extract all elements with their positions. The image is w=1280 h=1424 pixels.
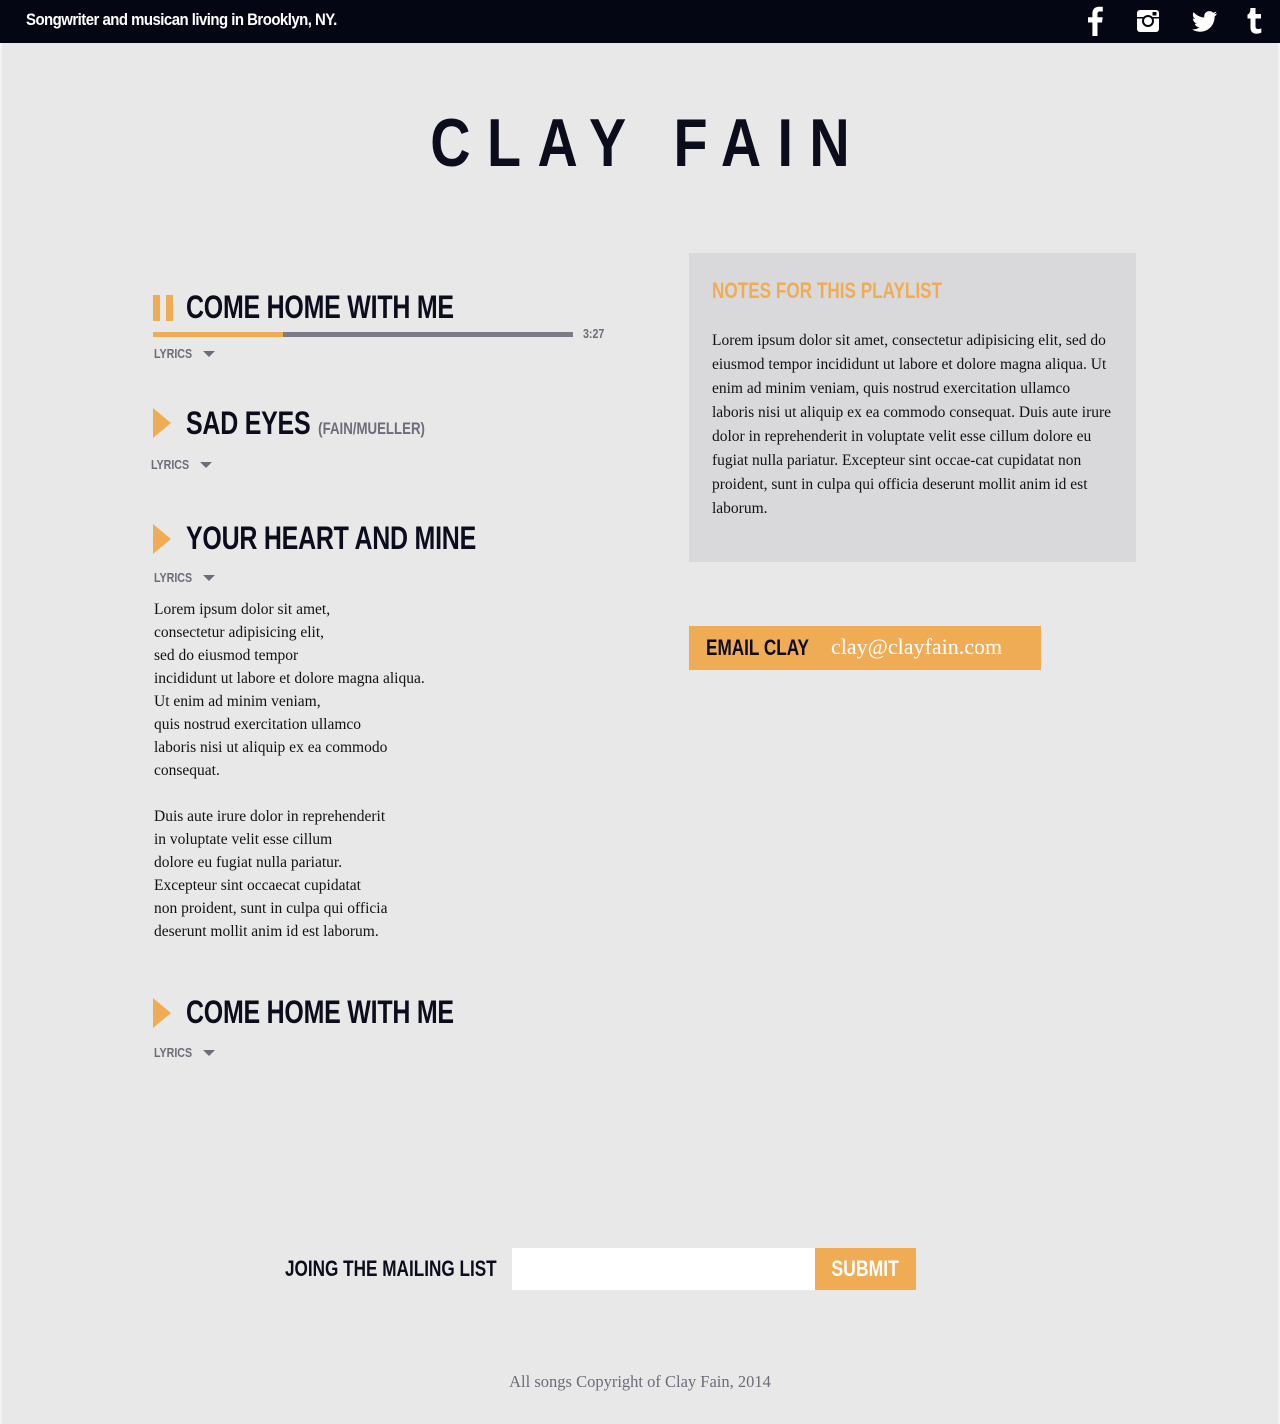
lyrics-toggle[interactable]: LYRICS xyxy=(154,570,216,585)
instagram-icon[interactable] xyxy=(1136,6,1160,36)
play-icon[interactable] xyxy=(153,408,171,438)
song-credit: (FAIN/MUELLER) xyxy=(318,419,425,438)
email-box: EMAIL CLAY clay@clayfain.com xyxy=(689,626,1041,670)
footer-copyright: All songs Copyright of Clay Fain, 2014 xyxy=(509,1372,771,1391)
lyrics-toggle[interactable]: LYRICS xyxy=(154,346,216,361)
page-border-left xyxy=(0,43,2,1424)
play-icon[interactable] xyxy=(153,998,171,1028)
song-title[interactable]: COME HOME WITH ME xyxy=(186,994,454,1031)
song-title[interactable]: YOUR HEART AND MINE xyxy=(186,520,476,557)
mailing-list-label: JOING THE MAILING LIST xyxy=(285,1256,497,1281)
song-title[interactable]: COME HOME WITH ME xyxy=(186,289,454,326)
lyrics-verse: Lorem ipsum dolor sit amet, consectetur … xyxy=(154,601,425,779)
play-icon[interactable] xyxy=(153,524,171,554)
submit-button[interactable]: SUBMIT xyxy=(815,1248,916,1290)
top-bar: Songwriter and musican living in Brookly… xyxy=(0,0,1280,43)
tumblr-icon[interactable] xyxy=(1246,6,1264,36)
email-label: EMAIL CLAY xyxy=(706,635,809,660)
tagline: Songwriter and musican living in Brookly… xyxy=(26,10,337,29)
twitter-icon[interactable] xyxy=(1192,6,1218,36)
mailing-list-email-input[interactable] xyxy=(512,1248,815,1290)
lyrics-toggle[interactable]: LYRICS xyxy=(151,457,213,472)
progress-bar[interactable] xyxy=(153,332,573,337)
playlist-notes: NOTES FOR THIS PLAYLIST Lorem ipsum dolo… xyxy=(689,253,1136,562)
caret-down-icon xyxy=(200,461,213,468)
lyrics-toggle[interactable]: LYRICS xyxy=(154,1045,216,1060)
email-link[interactable]: clay@clayfain.com xyxy=(831,634,1002,660)
facebook-icon[interactable] xyxy=(1086,6,1104,36)
song-duration: 3:27 xyxy=(583,326,605,341)
caret-down-icon xyxy=(203,350,216,357)
lyrics-verse: Duis aute irure dolor in reprehenderit i… xyxy=(154,808,388,940)
song-title[interactable]: SAD EYES (FAIN/MUELLER) xyxy=(186,405,425,442)
progress-bar-fill xyxy=(153,332,284,337)
notes-body: Lorem ipsum dolor sit amet, consectetur … xyxy=(712,332,1112,517)
caret-down-icon xyxy=(203,1049,216,1056)
notes-heading: NOTES FOR THIS PLAYLIST xyxy=(712,278,943,303)
lyrics-text: Lorem ipsum dolor sit amet, consectetur … xyxy=(154,598,474,966)
pause-icon[interactable] xyxy=(153,295,173,321)
caret-down-icon xyxy=(203,574,216,581)
site-title: CLAY FAIN xyxy=(430,105,867,181)
